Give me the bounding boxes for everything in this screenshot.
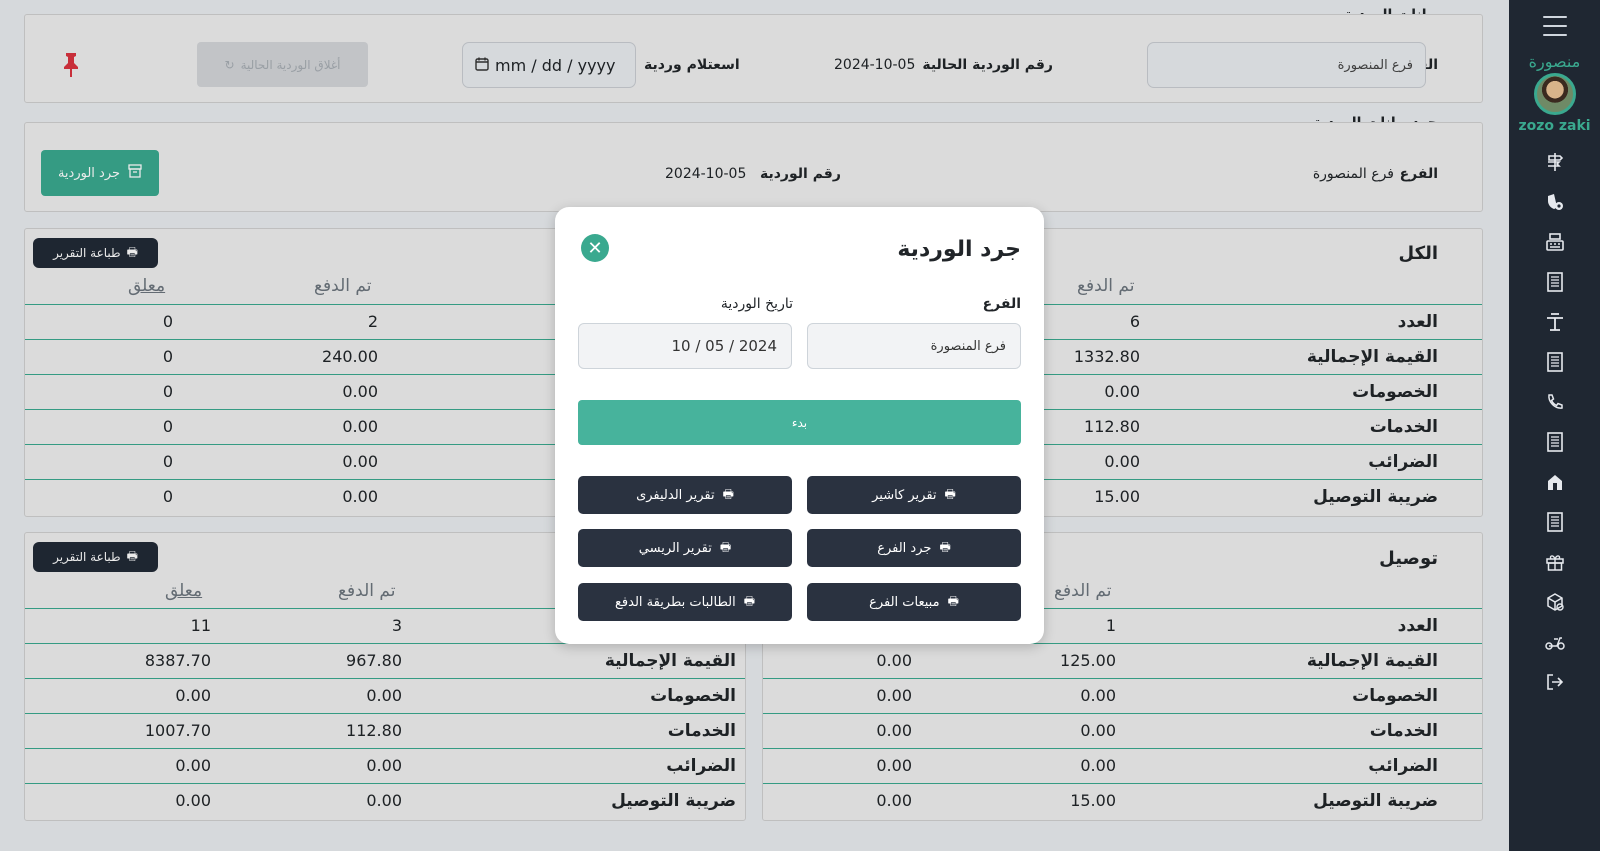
- receipt-icon[interactable]: [1535, 502, 1575, 542]
- receipt-icon[interactable]: [1535, 262, 1575, 302]
- logout-icon[interactable]: [1535, 662, 1575, 702]
- branch-sales-label: مبيعات الفرع: [869, 594, 940, 610]
- phone-icon[interactable]: [1535, 382, 1575, 422]
- store-icon[interactable]: [1535, 462, 1575, 502]
- start-button[interactable]: بدء: [578, 400, 1021, 445]
- branch-inventory-button[interactable]: جرد الفرع 🖶: [807, 529, 1021, 567]
- cashier-report-label: تقرير كاشير: [872, 487, 937, 503]
- receipt-icon[interactable]: [1535, 342, 1575, 382]
- printer-icon: 🖶: [743, 593, 756, 608]
- branch-inventory-label: جرد الفرع: [877, 540, 932, 556]
- avatar[interactable]: [1533, 73, 1576, 115]
- receipt-icon[interactable]: [1535, 422, 1575, 462]
- main-report-label: تقرير الريسي: [638, 540, 712, 556]
- delivery-report-button[interactable]: تقرير الدليفرى 🖶: [578, 476, 792, 514]
- printer-icon: 🖶: [719, 539, 732, 554]
- inventory-modal: ✕ جرد الوردية الفرع تاريخ الوردية فرع ال…: [555, 207, 1044, 644]
- start-button-label: بدء: [791, 415, 808, 430]
- branch-sales-button[interactable]: مبيعات الفرع 🖶: [807, 583, 1021, 621]
- scooter-icon[interactable]: [1535, 622, 1575, 662]
- modal-title: جرد الوردية: [897, 237, 1021, 262]
- printer-icon: 🖶: [939, 539, 951, 554]
- gift-icon[interactable]: [1535, 542, 1575, 582]
- orders-by-payment-button[interactable]: الطالبات بطريقة الدفع 🖶: [578, 583, 792, 621]
- brand-name: منصورة: [1528, 52, 1581, 71]
- modal-date-label: تاريخ الوردية: [720, 296, 793, 312]
- close-icon[interactable]: ✕: [581, 234, 609, 262]
- delivery-report-label: تقرير الدليفرى: [636, 487, 715, 503]
- main-report-button[interactable]: تقرير الريسي 🖶: [578, 529, 792, 567]
- cash-register-icon[interactable]: [1535, 222, 1575, 262]
- modal-branch-select[interactable]: فرع المنصورة: [807, 323, 1021, 369]
- modal-branch-value: فرع المنصورة: [930, 338, 1006, 354]
- printer-icon: 🖶: [947, 593, 959, 608]
- printer-icon: 🖶: [944, 486, 956, 501]
- menu-icon[interactable]: [1542, 16, 1567, 36]
- printer-icon: 🖶: [722, 486, 734, 501]
- modal-date-input[interactable]: 10 / 05 / 2024: [578, 323, 792, 369]
- modal-date-value: 10 / 05 / 2024: [671, 337, 777, 355]
- cashier-report-button[interactable]: تقرير كاشير 🖶: [807, 476, 1021, 514]
- shield-icon[interactable]: [1535, 182, 1575, 222]
- username: zozo zaki: [1518, 118, 1591, 134]
- sidebar: منصورة zozo zaki: [1509, 0, 1600, 851]
- orders-by-payment-label: الطالبات بطريقة الدفع: [614, 594, 736, 610]
- box-icon[interactable]: [1535, 582, 1575, 622]
- signpost-icon[interactable]: [1535, 142, 1575, 182]
- modal-branch-label: الفرع: [982, 296, 1021, 312]
- table-icon[interactable]: [1535, 302, 1575, 342]
